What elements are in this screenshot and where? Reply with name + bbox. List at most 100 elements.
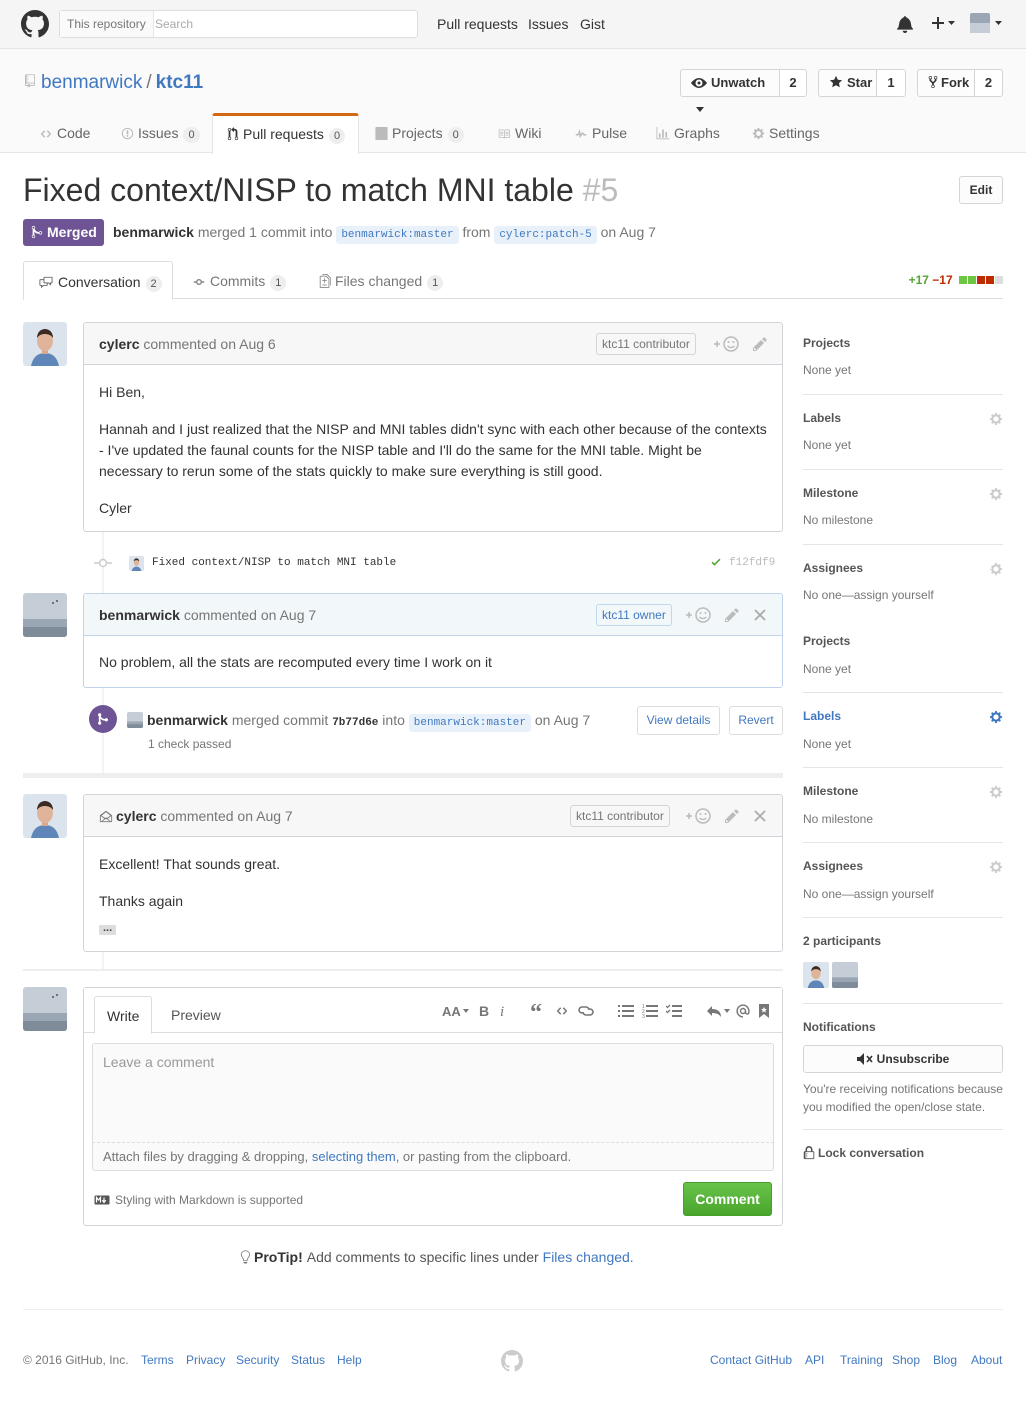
notifications-bell-icon[interactable]	[897, 15, 913, 33]
nav-pull-requests[interactable]: Pull requests	[437, 16, 518, 32]
repo-name-link[interactable]: ktc11	[156, 72, 204, 93]
edit-pencil-icon[interactable]	[724, 808, 740, 824]
merge-user[interactable]: benmarwick	[147, 712, 228, 728]
unwatch-button[interactable]: Unwatch	[680, 69, 780, 112]
delete-x-icon[interactable]	[754, 609, 766, 621]
fork-button[interactable]: Fork	[917, 69, 975, 97]
add-reaction-icon[interactable]	[712, 335, 740, 353]
create-new-plus-icon[interactable]	[930, 15, 956, 31]
footer-link-security[interactable]: Security	[236, 1353, 279, 1367]
delete-x-icon[interactable]	[754, 810, 766, 822]
tab-settings[interactable]: Settings	[752, 113, 820, 153]
participant-avatar[interactable]	[803, 962, 829, 988]
comment-time[interactable]: on Aug 7	[261, 607, 316, 623]
attach-select-link[interactable]: selecting them	[312, 1149, 396, 1164]
tab-projects[interactable]: Projects 0	[375, 113, 464, 153]
footer-link-shop[interactable]: Shop	[892, 1353, 920, 1367]
edit-pencil-icon[interactable]	[724, 607, 740, 623]
gear-icon[interactable]	[989, 860, 1003, 874]
repo-owner-link[interactable]: benmarwick	[41, 72, 142, 93]
footer-link-training[interactable]: Training	[840, 1353, 883, 1367]
bold-icon[interactable]: B	[478, 1004, 490, 1018]
tab-pull-requests[interactable]: Pull requests 0	[212, 113, 359, 154]
tab-files-changed[interactable]: Files changed 1	[319, 261, 444, 299]
gear-icon[interactable]	[989, 710, 1003, 724]
footer-link-terms[interactable]: Terms	[141, 1353, 174, 1367]
link-icon[interactable]	[578, 1005, 594, 1017]
github-logo-icon[interactable]	[21, 10, 49, 38]
footer-link-status[interactable]: Status	[291, 1353, 325, 1367]
unsubscribe-button[interactable]: Unsubscribe	[803, 1045, 1003, 1073]
tab-conversation[interactable]: Conversation 2	[23, 261, 173, 300]
comment-author[interactable]: cylerc	[116, 808, 156, 824]
comment-submit-button[interactable]: Comment	[683, 1182, 772, 1216]
attach-files-bar[interactable]: Attach files by dragging & dropping, sel…	[92, 1143, 774, 1171]
avatar[interactable]	[23, 593, 67, 637]
commit-sha[interactable]: f12fdf9	[729, 557, 775, 569]
star-count[interactable]: 1	[877, 69, 906, 97]
footer-link-contact[interactable]: Contact GitHub	[710, 1353, 792, 1367]
merge-date[interactable]: on Aug 7	[535, 712, 590, 728]
merge-sha[interactable]: 7b77d6e	[332, 717, 378, 729]
lock-conversation-link[interactable]: Lock conversation	[803, 1146, 924, 1160]
comment-time[interactable]: on Aug 6	[220, 336, 275, 352]
avatar[interactable]	[23, 987, 67, 1031]
comment-textarea[interactable]	[92, 1043, 774, 1143]
tab-preview[interactable]: Preview	[159, 996, 233, 1033]
tab-commits[interactable]: Commits 1	[192, 261, 287, 299]
saved-reply-bookmark-icon[interactable]	[758, 1004, 770, 1018]
fork-count[interactable]: 2	[975, 69, 1003, 97]
tab-pulse[interactable]: Pulse	[574, 113, 627, 153]
participant-avatar[interactable]	[832, 962, 858, 988]
nav-issues[interactable]: Issues	[528, 16, 568, 32]
gear-icon[interactable]	[989, 487, 1003, 501]
footer-link-about[interactable]: About	[971, 1353, 1002, 1367]
check-status[interactable]: 1 check passed	[148, 737, 231, 751]
revert-button[interactable]: Revert	[729, 706, 783, 735]
user-avatar-menu[interactable]	[970, 13, 1004, 35]
protip-files-changed-link[interactable]: Files changed.	[543, 1249, 634, 1265]
hidden-text-expander[interactable]: ...	[99, 923, 117, 935]
avatar[interactable]	[129, 556, 144, 571]
code-icon[interactable]	[554, 1005, 570, 1017]
commit-message[interactable]: Fixed context/NISP to match MNI table	[152, 557, 396, 569]
tab-graphs[interactable]: Graphs	[656, 113, 720, 153]
watch-count[interactable]: 2	[780, 69, 807, 97]
reply-icon[interactable]	[706, 1004, 730, 1018]
view-details-button[interactable]: View details	[637, 706, 720, 735]
footer-github-mark-icon[interactable]	[501, 1350, 523, 1372]
avatar[interactable]	[23, 794, 67, 838]
avatar[interactable]	[127, 712, 143, 728]
edit-title-button[interactable]: Edit	[959, 176, 1003, 204]
comment-author[interactable]: benmarwick	[99, 607, 180, 623]
italic-icon[interactable]: i	[498, 1004, 508, 1018]
pr-merger[interactable]: benmarwick	[113, 224, 194, 240]
text-size-icon[interactable]: AA	[442, 1004, 470, 1018]
star-button[interactable]: Star	[818, 69, 877, 97]
numbered-list-icon[interactable]: 123	[642, 1004, 658, 1018]
bullet-list-icon[interactable]	[618, 1004, 634, 1018]
check-icon[interactable]	[710, 556, 722, 568]
gear-icon[interactable]	[989, 785, 1003, 799]
quote-icon[interactable]: “	[530, 1004, 546, 1018]
tab-write[interactable]: Write	[94, 996, 153, 1034]
nav-gist[interactable]: Gist	[580, 16, 605, 32]
footer-link-privacy[interactable]: Privacy	[186, 1353, 225, 1367]
footer-link-api[interactable]: API	[805, 1353, 824, 1367]
comment-author[interactable]: cylerc	[99, 336, 139, 352]
markdown-note[interactable]: Styling with Markdown is supported	[94, 1193, 303, 1207]
edit-pencil-icon[interactable]	[752, 336, 768, 352]
footer-link-blog[interactable]: Blog	[933, 1353, 957, 1367]
tab-issues[interactable]: Issues 0	[121, 113, 200, 153]
add-reaction-icon[interactable]	[684, 807, 712, 825]
gear-icon[interactable]	[989, 412, 1003, 426]
search-input[interactable]	[155, 14, 405, 34]
add-reaction-icon[interactable]	[684, 606, 712, 624]
task-list-icon[interactable]	[666, 1004, 682, 1018]
tab-code[interactable]: Code	[39, 113, 90, 153]
mention-icon[interactable]	[736, 1004, 750, 1018]
avatar[interactable]	[23, 322, 67, 366]
tab-wiki[interactable]: Wiki	[497, 113, 541, 153]
comment-time[interactable]: on Aug 7	[237, 808, 292, 824]
footer-link-help[interactable]: Help	[337, 1353, 362, 1367]
